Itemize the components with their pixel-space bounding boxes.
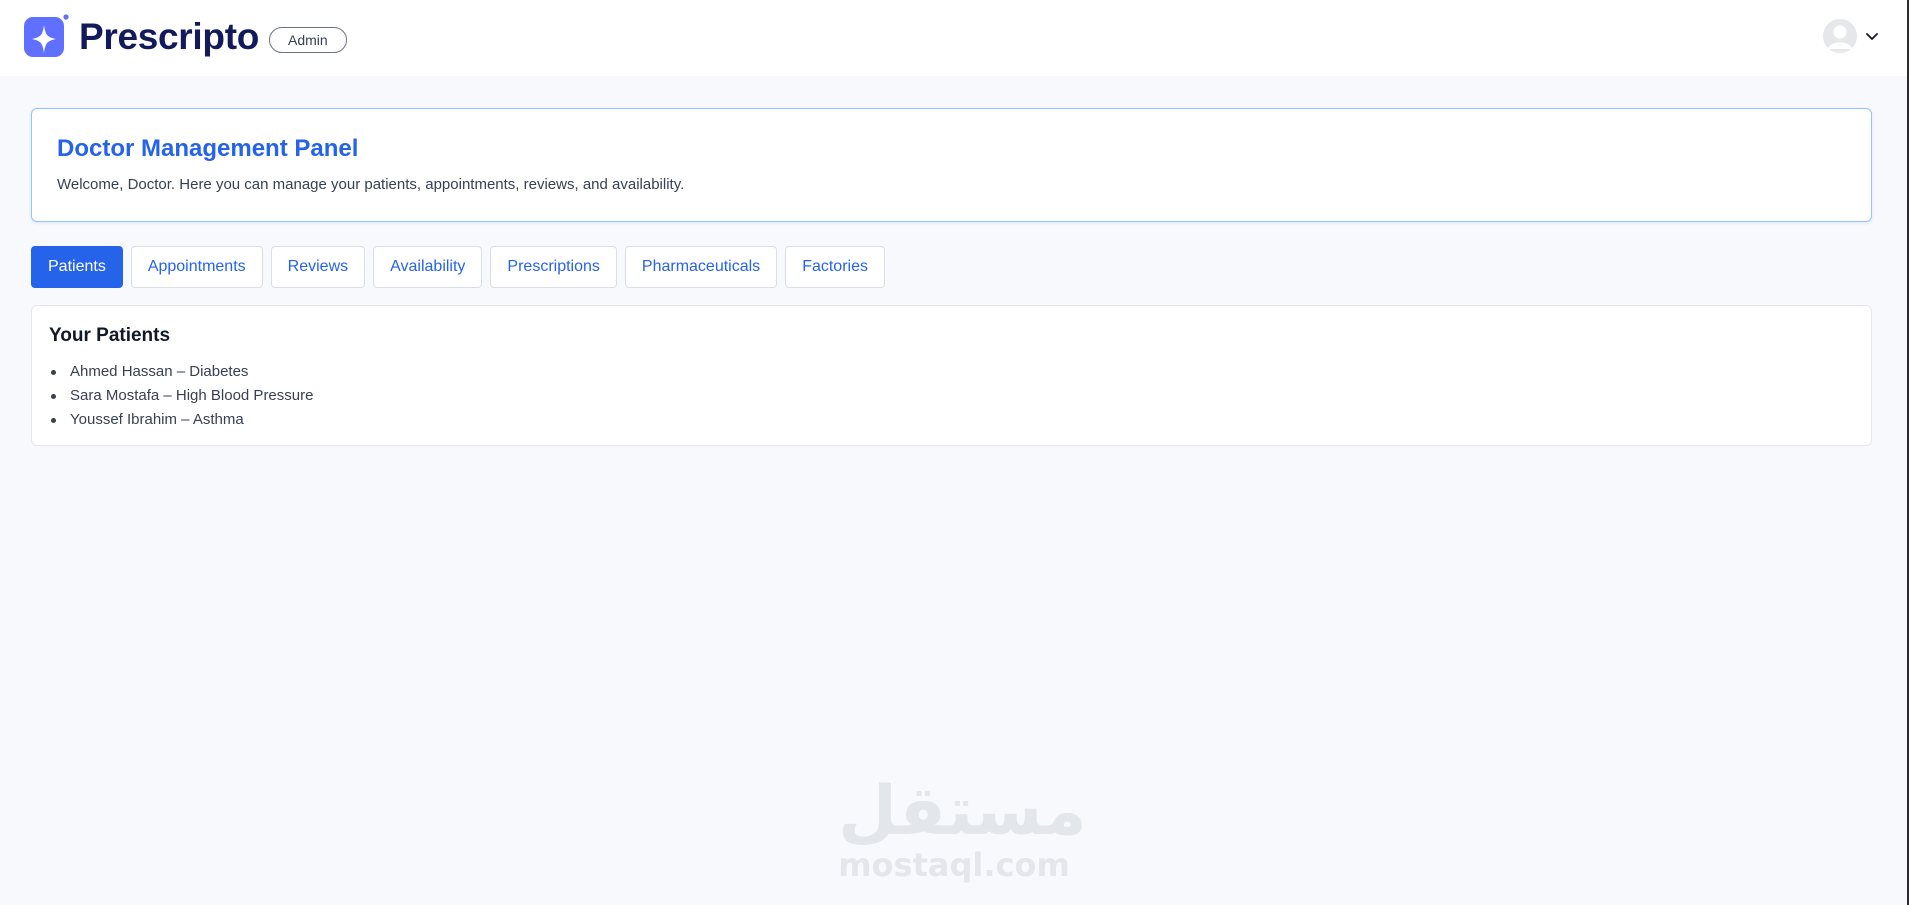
- tab-reviews[interactable]: Reviews: [270, 246, 366, 288]
- tab-prescriptions[interactable]: Prescriptions: [490, 246, 617, 288]
- bullet-icon: [51, 370, 56, 375]
- section-tabs: Patients Appointments Reviews Availabili…: [31, 246, 893, 288]
- user-menu[interactable]: [1823, 19, 1879, 53]
- page-title: Doctor Management Panel: [57, 135, 359, 162]
- patients-list: Ahmed Hassan – Diabetes Sara Mostafa – H…: [51, 360, 313, 432]
- brand[interactable]: Prescripto Admin: [22, 13, 347, 61]
- tab-patients[interactable]: Patients: [31, 246, 123, 288]
- welcome-message: Welcome, Doctor. Here you can manage you…: [57, 176, 685, 193]
- watermark: مستقل mostaql.com: [838, 772, 1087, 887]
- chevron-down-icon[interactable]: [1865, 29, 1879, 43]
- patient-entry: Youssef Ibrahim – Asthma: [70, 411, 244, 428]
- list-item: Sara Mostafa – High Blood Pressure: [51, 384, 313, 408]
- list-item: Ahmed Hassan – Diabetes: [51, 360, 313, 384]
- patient-entry: Ahmed Hassan – Diabetes: [70, 363, 249, 380]
- brand-name: Prescripto: [79, 16, 260, 57]
- bullet-icon: [51, 418, 56, 423]
- user-avatar-icon[interactable]: [1823, 19, 1857, 53]
- welcome-card: Doctor Management Panel Welcome, Doctor.…: [31, 108, 1872, 222]
- role-badge: Admin: [269, 27, 347, 53]
- watermark-latin: mostaql.com: [838, 846, 1070, 884]
- patient-entry: Sara Mostafa – High Blood Pressure: [70, 387, 314, 404]
- tab-appointments[interactable]: Appointments: [130, 246, 263, 288]
- tab-factories[interactable]: Factories: [785, 246, 885, 288]
- patients-card: Your Patients Ahmed Hassan – Diabetes Sa…: [31, 305, 1872, 446]
- prescripto-logo-icon: [24, 14, 69, 57]
- tab-pharmaceuticals[interactable]: Pharmaceuticals: [624, 246, 778, 288]
- list-item: Youssef Ibrahim – Asthma: [51, 408, 313, 432]
- patients-heading: Your Patients: [49, 325, 171, 346]
- bullet-icon: [51, 394, 56, 399]
- top-navbar: Prescripto Admin: [0, 0, 1909, 76]
- tab-availability[interactable]: Availability: [373, 246, 483, 288]
- watermark-arabic: مستقل: [838, 772, 1087, 851]
